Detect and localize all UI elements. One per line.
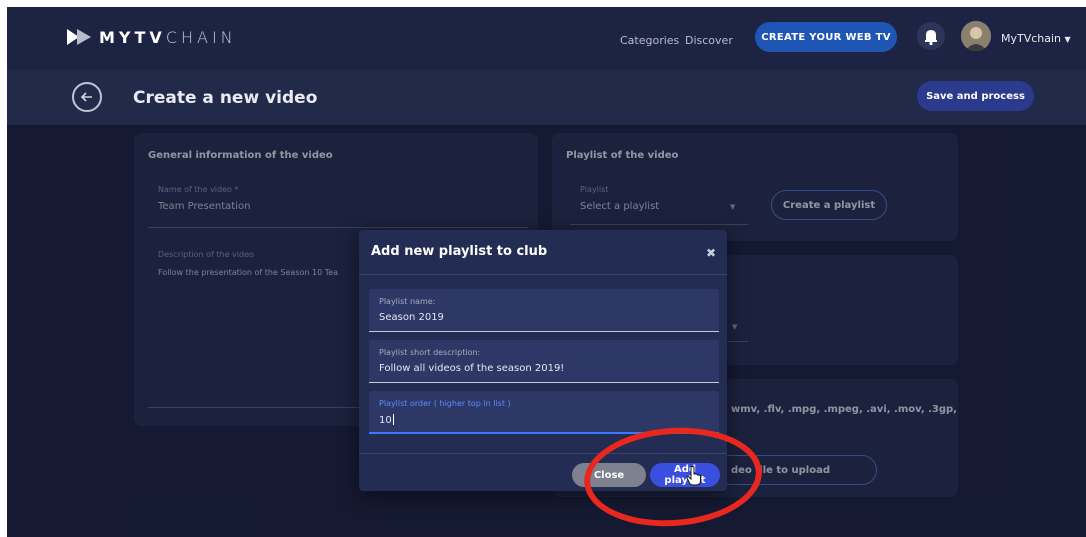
brand-logo[interactable]: MYTVCHAIN — [67, 27, 237, 47]
modal-header-divider — [359, 274, 727, 275]
playlist-name-label: Playlist name: — [379, 297, 436, 306]
playlist-description-field[interactable]: Playlist short description: Follow all v… — [369, 340, 719, 383]
bell-icon — [925, 30, 937, 46]
playlist-name-input[interactable]: Season 2019 — [379, 312, 444, 323]
save-and-process-button[interactable]: Save and process — [917, 81, 1034, 111]
playlist-order-label: Playlist order ( higher top in list ) — [379, 399, 511, 408]
user-menu[interactable]: MyTVchain ▼ — [1001, 32, 1071, 45]
playlist-order-input-wrap[interactable]: 10 — [379, 414, 394, 426]
brand-name: MYTVCHAIN — [99, 27, 237, 47]
hand-cursor-icon — [686, 466, 701, 486]
playlist-order-input[interactable]: 10 — [379, 415, 392, 426]
page-header: Create a new video Save and process — [7, 70, 1086, 125]
playlist-description-input[interactable]: Follow all videos of the season 2019! — [379, 363, 564, 374]
avatar[interactable] — [961, 21, 991, 51]
username: MyTVchain — [1001, 32, 1062, 45]
playlist-name-field[interactable]: Playlist name: Season 2019 — [369, 289, 719, 332]
playlist-description-underline — [369, 382, 719, 383]
top-nav: MYTVCHAIN Categories Discover CREATE YOU… — [7, 7, 1086, 70]
back-arrow-icon — [80, 92, 92, 102]
logo-icon — [67, 29, 91, 45]
close-icon[interactable]: ✖ — [706, 246, 716, 260]
create-web-tv-button[interactable]: CREATE YOUR WEB TV — [755, 22, 897, 52]
nav-discover[interactable]: Discover — [685, 34, 733, 47]
playlist-name-underline — [369, 331, 719, 332]
chevron-down-icon: ▼ — [1064, 35, 1071, 44]
page-title: Create a new video — [133, 88, 318, 108]
playlist-description-label: Playlist short description: — [379, 348, 481, 357]
avatar-image — [961, 21, 991, 51]
app-window: MYTVCHAIN Categories Discover CREATE YOU… — [7, 7, 1086, 537]
modal-title: Add new playlist to club — [371, 244, 548, 259]
notification-button[interactable] — [917, 22, 945, 50]
nav-categories[interactable]: Categories — [620, 34, 679, 47]
back-button[interactable] — [72, 82, 102, 112]
text-caret — [392, 414, 394, 425]
